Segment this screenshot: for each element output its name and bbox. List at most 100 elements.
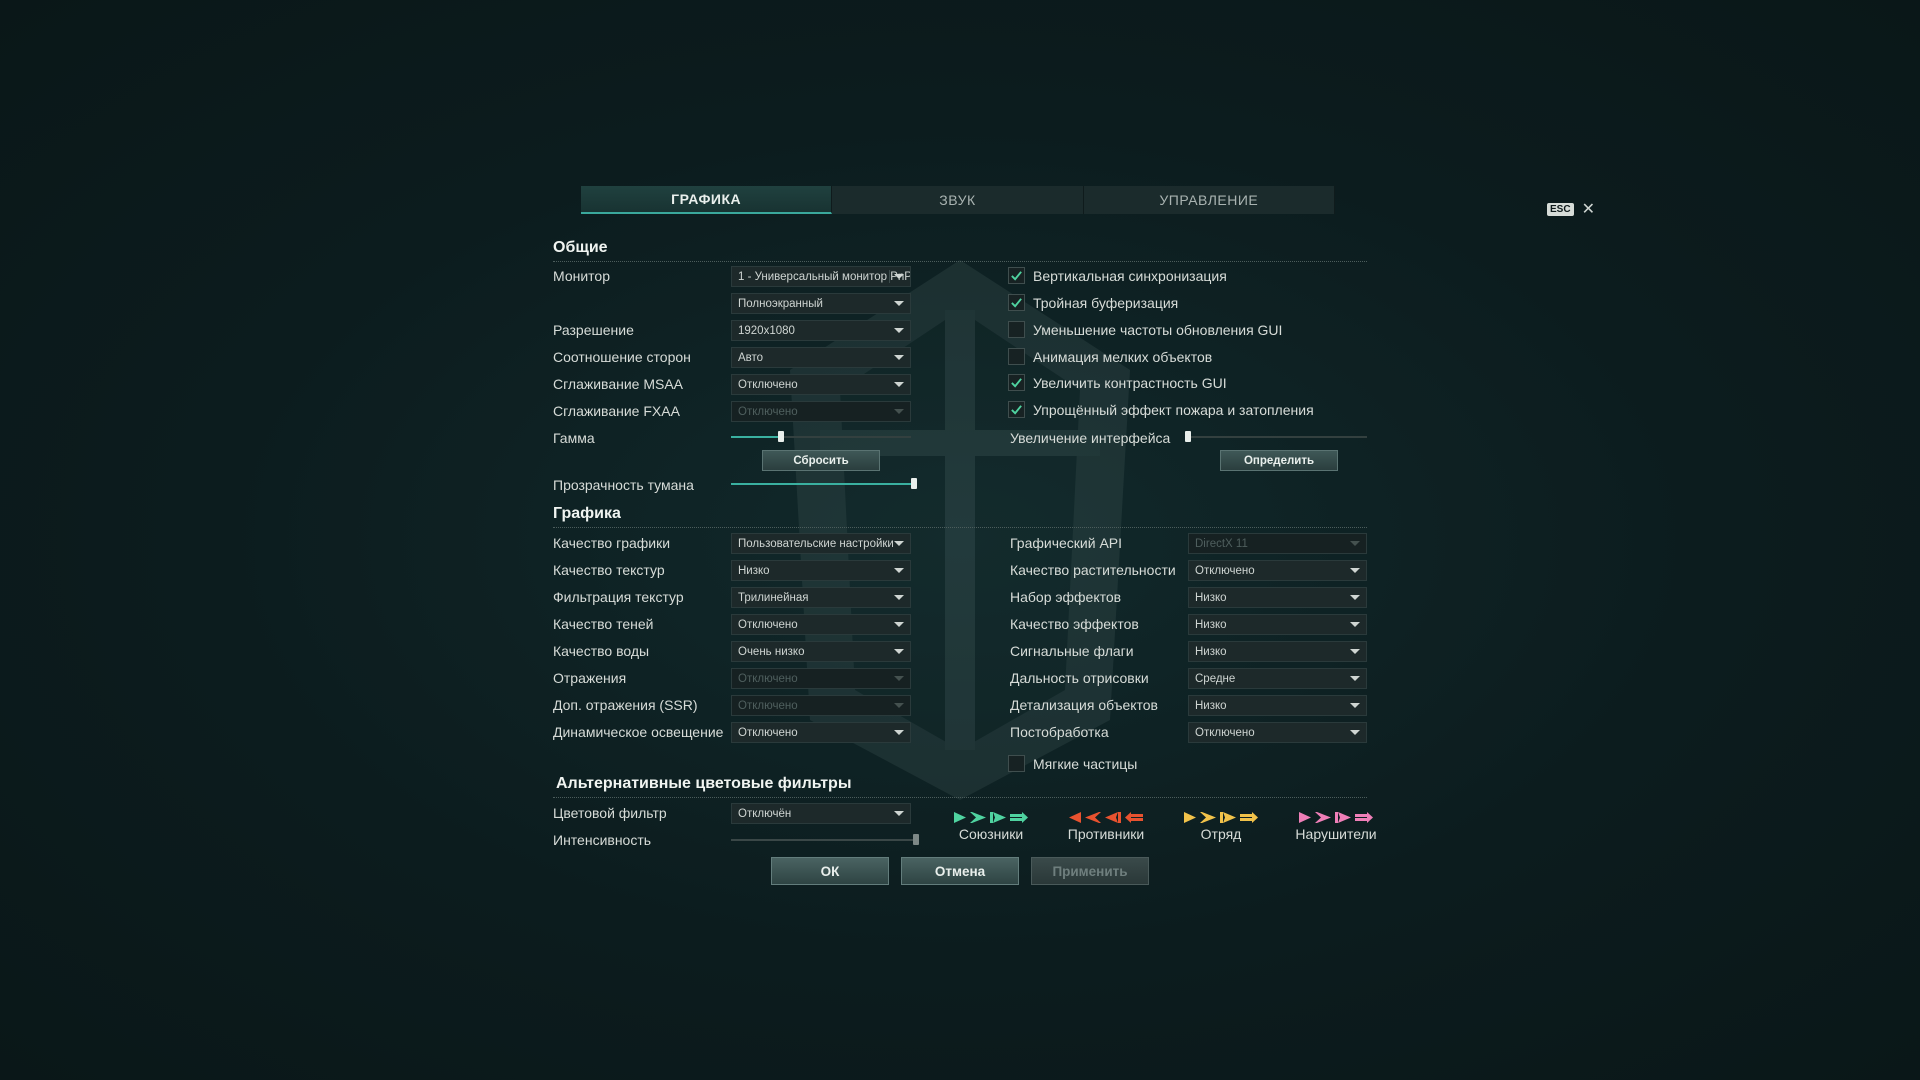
color-filter-label: Цветовой фильтр bbox=[553, 805, 667, 821]
display-mode-dropdown[interactable]: Полноэкранный bbox=[731, 293, 911, 314]
graphics-left-label: Фильтрация текстур bbox=[553, 589, 684, 605]
checkmark-icon bbox=[1011, 405, 1022, 415]
graphics-left-dropdown[interactable]: Отключено bbox=[731, 695, 911, 716]
graphics-right-label: Детализация объектов bbox=[1010, 697, 1158, 713]
color-filter-dropdown[interactable]: Отключён bbox=[731, 803, 911, 824]
filter-division: Отряд bbox=[1174, 811, 1268, 842]
dropdown-value: Низко bbox=[1195, 699, 1227, 712]
close-button[interactable]: ESC ✕ bbox=[1547, 199, 1595, 219]
monitor-dropdown[interactable]: 1 - Универсальный монитор PnP bbox=[731, 266, 911, 287]
aspect-ratio-dropdown[interactable]: Авто bbox=[731, 347, 911, 368]
enemies-label: Противники bbox=[1067, 826, 1145, 842]
graphics-left-dropdown[interactable]: Трилинейная bbox=[731, 587, 911, 608]
dropdown-value: Низко bbox=[1195, 591, 1227, 604]
chevron-down-icon bbox=[1350, 595, 1360, 600]
ok-button[interactable]: ОК bbox=[771, 857, 889, 885]
tab-controls[interactable]: УПРАВЛЕНИЕ bbox=[1084, 186, 1335, 214]
dropdown-value: Отключено bbox=[738, 726, 798, 739]
slider-thumb[interactable] bbox=[778, 431, 785, 442]
graphics-right-dropdown[interactable]: Низко bbox=[1188, 587, 1367, 608]
graphics-right-dropdown[interactable]: Низко bbox=[1188, 614, 1367, 635]
graphics-right-dropdown[interactable]: Низко bbox=[1188, 695, 1367, 716]
checkbox-box bbox=[1008, 267, 1025, 284]
chevron-down-icon bbox=[894, 409, 904, 414]
tab-graphics[interactable]: ГРАФИКА bbox=[581, 186, 833, 214]
slider-thumb[interactable] bbox=[913, 834, 919, 845]
filter-enemies: Противники bbox=[1059, 811, 1153, 842]
fxaa-dropdown[interactable]: Отключено bbox=[731, 401, 911, 422]
intensity-label: Интенсивность bbox=[553, 832, 652, 848]
apply-button[interactable]: Применить bbox=[1031, 857, 1149, 885]
graphics-right-label: Качество эффектов bbox=[1010, 616, 1139, 632]
checkbox-box bbox=[1008, 294, 1025, 311]
resolution-label: Разрешение bbox=[553, 322, 634, 338]
display-mode-value: Полноэкранный bbox=[738, 297, 823, 310]
graphics-left-label: Доп. отражения (SSR) bbox=[553, 697, 698, 713]
graphics-left-label: Качество теней bbox=[553, 616, 654, 632]
settings-tabs: ГРАФИКА ЗВУК УПРАВЛЕНИЕ bbox=[581, 186, 1335, 214]
chevron-down-icon bbox=[894, 811, 904, 816]
msaa-dropdown[interactable]: Отключено bbox=[731, 374, 911, 395]
section-title-graphics: Графика bbox=[553, 505, 621, 522]
graphics-left-label: Динамическое освещение bbox=[553, 724, 724, 740]
graphics-left-label: Качество воды bbox=[553, 643, 650, 659]
graphics-left-dropdown[interactable]: Очень низко bbox=[731, 641, 911, 662]
resolution-dropdown[interactable]: 1920x1080 bbox=[731, 320, 911, 341]
graphics-right-dropdown[interactable]: DirectX 11 bbox=[1188, 533, 1367, 554]
slider-thumb[interactable] bbox=[1185, 431, 1191, 442]
small-objects-animation-checkbox[interactable]: Анимация мелких объектов bbox=[1008, 348, 1212, 365]
tab-sound[interactable]: ЗВУК bbox=[832, 186, 1084, 214]
checkbox-box bbox=[1008, 374, 1025, 391]
graphics-right-dropdown[interactable]: Средне bbox=[1188, 668, 1367, 689]
gui-refresh-checkbox[interactable]: Уменьшение частоты обновления GUI bbox=[1008, 321, 1282, 338]
fxaa-label: Сглаживание FXAA bbox=[553, 403, 680, 419]
section-divider bbox=[553, 797, 1367, 798]
section-title-color-filters: Альтернативные цветовые фильтры bbox=[556, 775, 852, 792]
color-filter-value: Отключён bbox=[738, 807, 792, 820]
checkbox-box bbox=[1008, 755, 1025, 772]
dropdown-value: Отключено bbox=[738, 672, 798, 685]
triple-buffering-checkbox[interactable]: Тройная буферизация bbox=[1008, 294, 1178, 311]
resolution-value: 1920x1080 bbox=[738, 324, 795, 337]
filter-violators: Нарушители bbox=[1289, 811, 1383, 842]
enemies-markers-icon bbox=[1069, 811, 1143, 823]
chevron-down-icon bbox=[1350, 541, 1360, 546]
fog-transparency-label: Прозрачность тумана bbox=[553, 477, 694, 493]
chevron-down-icon bbox=[894, 676, 904, 681]
vsync-label: Вертикальная синхронизация bbox=[1033, 267, 1227, 284]
small-objects-animation-label: Анимация мелких объектов bbox=[1033, 348, 1213, 365]
chevron-down-icon bbox=[894, 730, 904, 735]
gamma-slider[interactable] bbox=[731, 431, 911, 442]
chevron-down-icon bbox=[1350, 676, 1360, 681]
graphics-left-dropdown[interactable]: Отключено bbox=[731, 722, 911, 743]
soft-particles-checkbox[interactable]: Мягкие частицы bbox=[1008, 755, 1137, 772]
graphics-left-label: Отражения bbox=[553, 670, 627, 686]
graphics-left-dropdown[interactable]: Отключено bbox=[731, 614, 911, 635]
fog-transparency-slider[interactable] bbox=[731, 478, 917, 489]
slider-thumb[interactable] bbox=[911, 478, 917, 489]
checkmark-icon bbox=[1011, 378, 1022, 388]
dropdown-value: Средне bbox=[1195, 672, 1236, 685]
aspect-ratio-label: Соотношение сторон bbox=[553, 349, 691, 365]
dropdown-value: Отключено bbox=[1195, 564, 1255, 577]
dropdown-value: Очень низко bbox=[738, 645, 805, 658]
triple-buffering-label: Тройная буферизация bbox=[1033, 294, 1179, 311]
chevron-down-icon bbox=[894, 622, 904, 627]
detect-button[interactable]: Определить bbox=[1220, 450, 1338, 471]
reset-gamma-button[interactable]: Сбросить bbox=[762, 450, 880, 471]
esc-key-badge: ESC bbox=[1547, 202, 1574, 216]
graphics-right-dropdown[interactable]: Низко bbox=[1188, 641, 1367, 662]
graphics-left-dropdown[interactable]: Низко bbox=[731, 560, 911, 581]
ui-scale-slider[interactable] bbox=[1185, 431, 1367, 442]
intensity-slider[interactable] bbox=[731, 834, 919, 845]
gui-contrast-checkbox[interactable]: Увеличить контрастность GUI bbox=[1008, 374, 1227, 391]
graphics-right-dropdown[interactable]: Отключено bbox=[1188, 560, 1367, 581]
vsync-checkbox[interactable]: Вертикальная синхронизация bbox=[1008, 267, 1227, 284]
cancel-button[interactable]: Отмена bbox=[901, 857, 1019, 885]
graphics-left-dropdown[interactable]: Отключено bbox=[731, 668, 911, 689]
chevron-down-icon bbox=[1350, 622, 1360, 627]
graphics-right-dropdown[interactable]: Отключено bbox=[1188, 722, 1367, 743]
graphics-left-dropdown[interactable]: Пользовательские настройки bbox=[731, 533, 911, 554]
simplified-fire-checkbox[interactable]: Упрощённый эффект пожара и затопления bbox=[1008, 401, 1314, 418]
chevron-down-icon bbox=[894, 301, 904, 306]
